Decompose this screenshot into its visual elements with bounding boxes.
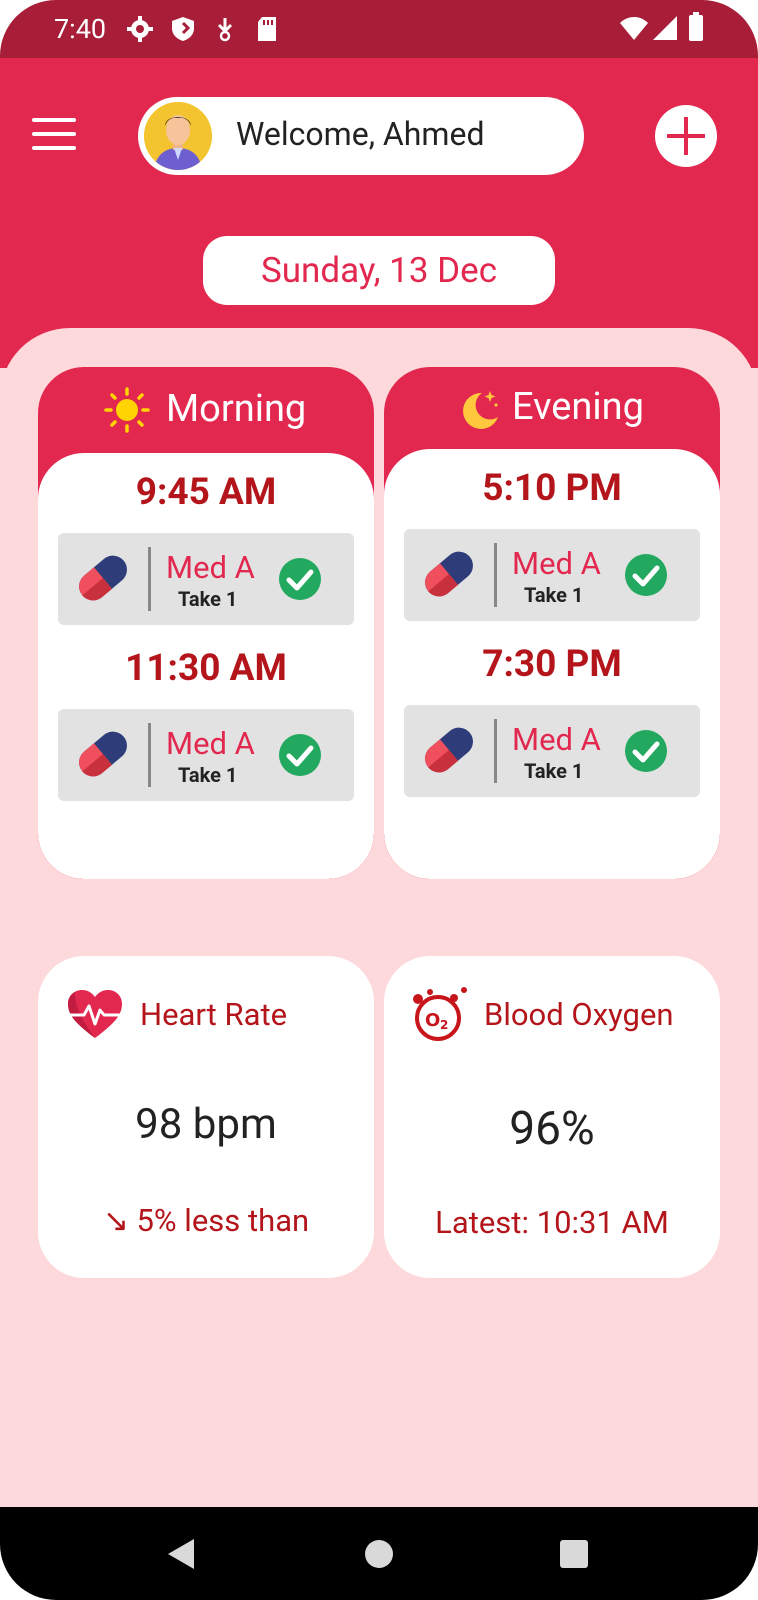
- med-dose: Take 1: [524, 583, 584, 607]
- med-name: Med A: [166, 725, 255, 762]
- avatar[interactable]: [144, 102, 212, 170]
- med-name: Med A: [512, 721, 601, 758]
- navigation-bar: [0, 1507, 758, 1600]
- evening-header: Evening: [384, 367, 720, 457]
- med-row[interactable]: Med A Take 1: [404, 529, 700, 621]
- home-icon[interactable]: [364, 1539, 394, 1573]
- sun-icon: [104, 387, 150, 437]
- morning-title: Morning: [166, 387, 307, 431]
- morning-card[interactable]: Morning 9:45 AM Med A Take 1 11:30 AM Me…: [38, 367, 374, 879]
- med-dose: Take 1: [178, 587, 238, 611]
- check-icon[interactable]: [624, 729, 668, 777]
- status-time: 7:40: [54, 13, 107, 45]
- settings-icon: [127, 16, 153, 46]
- user-avatar-icon: [144, 102, 212, 170]
- blood-oxygen-latest: Latest: 10:31 AM: [435, 1204, 669, 1241]
- welcome-text: Welcome, Ahmed: [236, 115, 485, 153]
- med-row[interactable]: Med A Take 1: [58, 533, 354, 625]
- divider: [494, 543, 497, 607]
- time-label: 9:45 AM: [135, 471, 277, 514]
- heart-rate-value: 98 bpm: [135, 1100, 277, 1149]
- date-pill[interactable]: Sunday, 13 Dec: [203, 236, 555, 305]
- morning-body: 9:45 AM Med A Take 1 11:30 AM Med A Take…: [38, 453, 374, 879]
- blood-oxygen-card[interactable]: O 2 Blood Oxygen 96% Latest: 10:31 AM: [384, 956, 720, 1278]
- phone-screen: 7:40 Welcome, Ahmed Sunday, 13 Dec Morni…: [0, 0, 758, 1600]
- battery-icon: [688, 12, 704, 46]
- cell-signal-icon: [652, 14, 678, 46]
- divider: [148, 547, 151, 611]
- time-label: 7:30 PM: [482, 643, 622, 686]
- med-name: Med A: [166, 549, 255, 586]
- menu-button[interactable]: [32, 118, 76, 152]
- time-label: 5:10 PM: [482, 467, 622, 510]
- evening-title: Evening: [512, 385, 644, 429]
- shield-icon: [171, 16, 195, 46]
- heart-rate-card[interactable]: Heart Rate 98 bpm ↘ 5% less than: [38, 956, 374, 1278]
- med-row[interactable]: Med A Take 1: [404, 705, 700, 797]
- pill-icon: [418, 719, 480, 785]
- moon-icon: [456, 387, 502, 437]
- status-bar: 7:40: [0, 0, 758, 58]
- recents-icon[interactable]: [559, 1539, 589, 1573]
- blood-oxygen-title: Blood Oxygen: [484, 996, 674, 1033]
- divider: [148, 723, 151, 787]
- med-dose: Take 1: [178, 763, 238, 787]
- add-button[interactable]: [655, 105, 717, 167]
- evening-card[interactable]: Evening 5:10 PM Med A Take 1 7:30 PM Med…: [384, 367, 720, 879]
- menu-icon-bar: [32, 132, 76, 136]
- menu-icon-bar: [32, 118, 76, 122]
- med-name: Med A: [512, 545, 601, 582]
- date-text: Sunday, 13 Dec: [260, 250, 498, 291]
- med-dose: Take 1: [524, 759, 584, 783]
- blood-oxygen-value: 96%: [509, 1102, 595, 1156]
- time-label: 11:30 AM: [125, 647, 287, 690]
- svg-text:2: 2: [440, 1018, 448, 1032]
- med-row[interactable]: Med A Take 1: [58, 709, 354, 801]
- check-icon[interactable]: [624, 553, 668, 601]
- check-icon[interactable]: [278, 733, 322, 781]
- pill-icon: [72, 723, 134, 789]
- check-icon[interactable]: [278, 557, 322, 605]
- oxygen-icon: O 2: [410, 986, 470, 1046]
- pill-icon: [72, 547, 134, 613]
- evening-body: 5:10 PM Med A Take 1 7:30 PM Med A Take …: [384, 449, 720, 879]
- download-icon: [215, 16, 235, 46]
- header: Welcome, Ahmed Sunday, 13 Dec: [0, 58, 758, 368]
- pill-icon: [418, 543, 480, 609]
- heart-rate-trend: ↘ 5% less than: [102, 1202, 310, 1239]
- menu-icon-bar: [32, 146, 76, 150]
- welcome-pill[interactable]: Welcome, Ahmed: [138, 97, 584, 175]
- heart-rate-title: Heart Rate: [140, 996, 288, 1033]
- heart-rate-icon: [66, 988, 124, 1044]
- back-icon[interactable]: [166, 1537, 196, 1575]
- divider: [494, 719, 497, 783]
- morning-header: Morning: [38, 367, 374, 457]
- sd-card-icon: [256, 16, 278, 46]
- svg-text:O: O: [425, 1010, 440, 1031]
- wifi-icon: [619, 14, 649, 46]
- plus-icon: [667, 117, 705, 155]
